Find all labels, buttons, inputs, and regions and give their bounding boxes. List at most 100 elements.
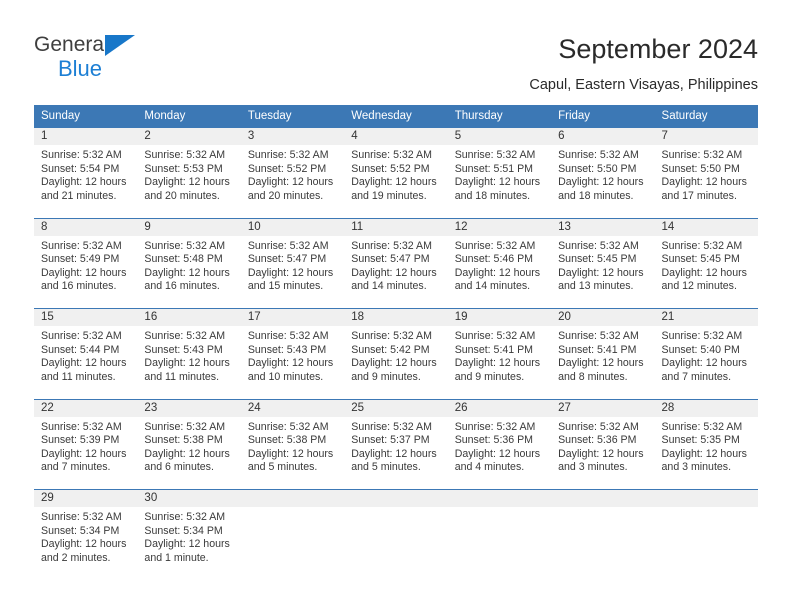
daylight-text-line1: Daylight: 12 hours (144, 357, 230, 370)
day-cell[interactable]: 5 Sunrise: 5:32 AM Sunset: 5:51 PM Dayli… (447, 127, 552, 210)
day-cell[interactable]: 23 Sunrise: 5:32 AM Sunset: 5:38 PM Dayl… (137, 398, 241, 482)
day-number: 22 (34, 399, 138, 417)
day-cell[interactable]: 8 Sunrise: 5:32 AM Sunset: 5:49 PM Dayli… (34, 217, 138, 301)
sunset-text: Sunset: 5:47 PM (247, 253, 327, 266)
daylight-text-line2: and 7 minutes. (661, 370, 732, 383)
daylight-text-line2: and 18 minutes. (558, 189, 634, 202)
daylight-text-line1: Daylight: 12 hours (247, 176, 334, 189)
day-details: Sunrise: 5:32 AM Sunset: 5:47 PM Dayligh… (344, 236, 447, 294)
day-cell[interactable]: 9 Sunrise: 5:32 AM Sunset: 5:48 PM Dayli… (137, 217, 241, 301)
day-details: Sunrise: 5:32 AM Sunset: 5:36 PM Dayligh… (551, 417, 654, 475)
day-details: Sunrise: 5:32 AM Sunset: 5:47 PM Dayligh… (241, 236, 344, 294)
day-number: 9 (137, 218, 241, 236)
day-cell[interactable]: 10 Sunrise: 5:32 AM Sunset: 5:47 PM Dayl… (240, 217, 345, 301)
day-cell[interactable]: 28 Sunrise: 5:32 AM Sunset: 5:35 PM Dayl… (654, 398, 758, 482)
day-details: Sunrise: 5:32 AM Sunset: 5:50 PM Dayligh… (551, 145, 654, 203)
sunrise-text: Sunrise: 5:32 AM (351, 420, 432, 433)
day-cell[interactable]: 11 Sunrise: 5:32 AM Sunset: 5:47 PM Dayl… (344, 217, 448, 301)
day-cell[interactable]: 13 Sunrise: 5:32 AM Sunset: 5:45 PM Dayl… (551, 217, 655, 301)
day-number: 13 (551, 218, 655, 236)
calendar-week-row: 15 Sunrise: 5:32 AM Sunset: 5:44 PM Dayl… (34, 308, 758, 391)
day-details: Sunrise: 5:32 AM Sunset: 5:48 PM Dayligh… (137, 236, 240, 294)
day-cell[interactable]: 26 Sunrise: 5:32 AM Sunset: 5:36 PM Dayl… (447, 398, 552, 482)
day-details: Sunrise: 5:32 AM Sunset: 5:50 PM Dayligh… (655, 145, 758, 203)
sunrise-text: Sunrise: 5:32 AM (144, 239, 226, 252)
day-cell[interactable]: 25 Sunrise: 5:32 AM Sunset: 5:37 PM Dayl… (344, 398, 448, 482)
day-cell[interactable]: 29 Sunrise: 5:32 AM Sunset: 5:34 PM Dayl… (34, 489, 138, 572)
day-cell[interactable]: 7 Sunrise: 5:32 AM Sunset: 5:50 PM Dayli… (654, 127, 758, 210)
day-number: 15 (34, 309, 138, 326)
daylight-text-line2: and 14 minutes. (351, 280, 427, 293)
day-cell[interactable]: 3 Sunrise: 5:32 AM Sunset: 5:52 PM Dayli… (240, 127, 345, 210)
day-cell[interactable]: 15 Sunrise: 5:32 AM Sunset: 5:44 PM Dayl… (34, 308, 138, 391)
day-number (240, 490, 345, 507)
week-separator (34, 300, 758, 309)
sunset-text: Sunset: 5:34 PM (144, 524, 223, 537)
sunset-text: Sunset: 5:54 PM (41, 162, 120, 175)
daylight-text-line2: and 3 minutes. (558, 461, 628, 474)
daylight-text-line2: and 6 minutes. (144, 461, 214, 474)
daylight-text-line2: and 5 minutes. (351, 461, 421, 474)
sunset-text: Sunset: 5:34 PM (41, 524, 120, 537)
daylight-text-line1: Daylight: 12 hours (661, 447, 747, 460)
daylight-text-line1: Daylight: 12 hours (661, 176, 747, 189)
sunset-text: Sunset: 5:38 PM (247, 434, 327, 447)
day-cell[interactable]: 18 Sunrise: 5:32 AM Sunset: 5:42 PM Dayl… (344, 308, 448, 391)
daylight-text-line2: and 9 minutes. (454, 370, 525, 383)
sunset-text: Sunset: 5:43 PM (247, 343, 327, 356)
sunrise-text: Sunrise: 5:32 AM (661, 420, 743, 433)
sunrise-text: Sunrise: 5:32 AM (144, 420, 226, 433)
sunrise-text: Sunrise: 5:32 AM (558, 239, 639, 252)
daylight-text-line1: Daylight: 12 hours (144, 447, 230, 460)
day-cell[interactable]: 12 Sunrise: 5:32 AM Sunset: 5:46 PM Dayl… (447, 217, 552, 301)
day-details: Sunrise: 5:32 AM Sunset: 5:45 PM Dayligh… (655, 236, 758, 294)
day-cell[interactable]: 21 Sunrise: 5:32 AM Sunset: 5:40 PM Dayl… (654, 308, 758, 391)
sunrise-text: Sunrise: 5:32 AM (351, 149, 432, 161)
general-blue-logo[interactable]: General Blue (34, 33, 214, 83)
sunrise-text: Sunrise: 5:32 AM (454, 239, 536, 252)
sunset-text: Sunset: 5:35 PM (661, 434, 740, 447)
day-number: 4 (344, 128, 448, 145)
day-cell-empty (344, 489, 448, 572)
page-title: September 2024 (558, 34, 758, 64)
day-details: Sunrise: 5:32 AM Sunset: 5:52 PM Dayligh… (344, 145, 447, 203)
calendar-container: Sunday Monday Tuesday Wednesday Thursday… (34, 105, 758, 572)
sunrise-text: Sunrise: 5:32 AM (41, 330, 122, 342)
day-cell[interactable]: 24 Sunrise: 5:32 AM Sunset: 5:38 PM Dayl… (240, 398, 345, 482)
day-cell[interactable]: 17 Sunrise: 5:32 AM Sunset: 5:43 PM Dayl… (240, 308, 345, 391)
daylight-text-line2: and 14 minutes. (454, 280, 531, 293)
day-details: Sunrise: 5:32 AM Sunset: 5:36 PM Dayligh… (448, 417, 551, 475)
day-cell[interactable]: 20 Sunrise: 5:32 AM Sunset: 5:41 PM Dayl… (551, 308, 655, 391)
day-cell[interactable]: 4 Sunrise: 5:32 AM Sunset: 5:52 PM Dayli… (344, 127, 448, 210)
daylight-text-line2: and 1 minute. (144, 551, 209, 564)
weekday-header-friday: Friday (551, 105, 655, 128)
day-details: Sunrise: 5:32 AM Sunset: 5:39 PM Dayligh… (34, 417, 137, 475)
daylight-text-line1: Daylight: 12 hours (351, 266, 437, 279)
sunrise-text: Sunrise: 5:32 AM (558, 330, 639, 342)
day-cell[interactable]: 6 Sunrise: 5:32 AM Sunset: 5:50 PM Dayli… (551, 127, 655, 210)
day-cell[interactable]: 22 Sunrise: 5:32 AM Sunset: 5:39 PM Dayl… (34, 398, 138, 482)
day-number: 26 (447, 399, 552, 417)
weekday-header-row: Sunday Monday Tuesday Wednesday Thursday… (34, 105, 758, 128)
day-number: 30 (137, 490, 241, 507)
weekday-header-wednesday: Wednesday (344, 105, 448, 128)
weekday-header-thursday: Thursday (447, 105, 552, 128)
sunset-text: Sunset: 5:51 PM (454, 162, 534, 175)
sunrise-text: Sunrise: 5:32 AM (558, 149, 639, 161)
sunset-text: Sunset: 5:37 PM (351, 434, 430, 447)
day-cell[interactable]: 30 Sunrise: 5:32 AM Sunset: 5:34 PM Dayl… (137, 489, 241, 572)
daylight-text-line2: and 16 minutes. (144, 280, 220, 293)
day-cell[interactable]: 27 Sunrise: 5:32 AM Sunset: 5:36 PM Dayl… (551, 398, 655, 482)
day-cell[interactable]: 14 Sunrise: 5:32 AM Sunset: 5:45 PM Dayl… (654, 217, 758, 301)
sunset-text: Sunset: 5:41 PM (454, 343, 534, 356)
day-details: Sunrise: 5:32 AM Sunset: 5:51 PM Dayligh… (448, 145, 551, 203)
day-cell[interactable]: 1 Sunrise: 5:32 AM Sunset: 5:54 PM Dayli… (34, 127, 138, 210)
sunrise-text: Sunrise: 5:32 AM (558, 420, 639, 433)
day-cell[interactable]: 19 Sunrise: 5:32 AM Sunset: 5:41 PM Dayl… (447, 308, 552, 391)
daylight-text-line1: Daylight: 12 hours (454, 357, 541, 370)
daylight-text-line1: Daylight: 12 hours (144, 538, 230, 551)
daylight-text-line2: and 5 minutes. (247, 461, 318, 474)
daylight-text-line2: and 20 minutes. (247, 189, 324, 202)
day-cell[interactable]: 2 Sunrise: 5:32 AM Sunset: 5:53 PM Dayli… (137, 127, 241, 210)
day-cell[interactable]: 16 Sunrise: 5:32 AM Sunset: 5:43 PM Dayl… (137, 308, 241, 391)
